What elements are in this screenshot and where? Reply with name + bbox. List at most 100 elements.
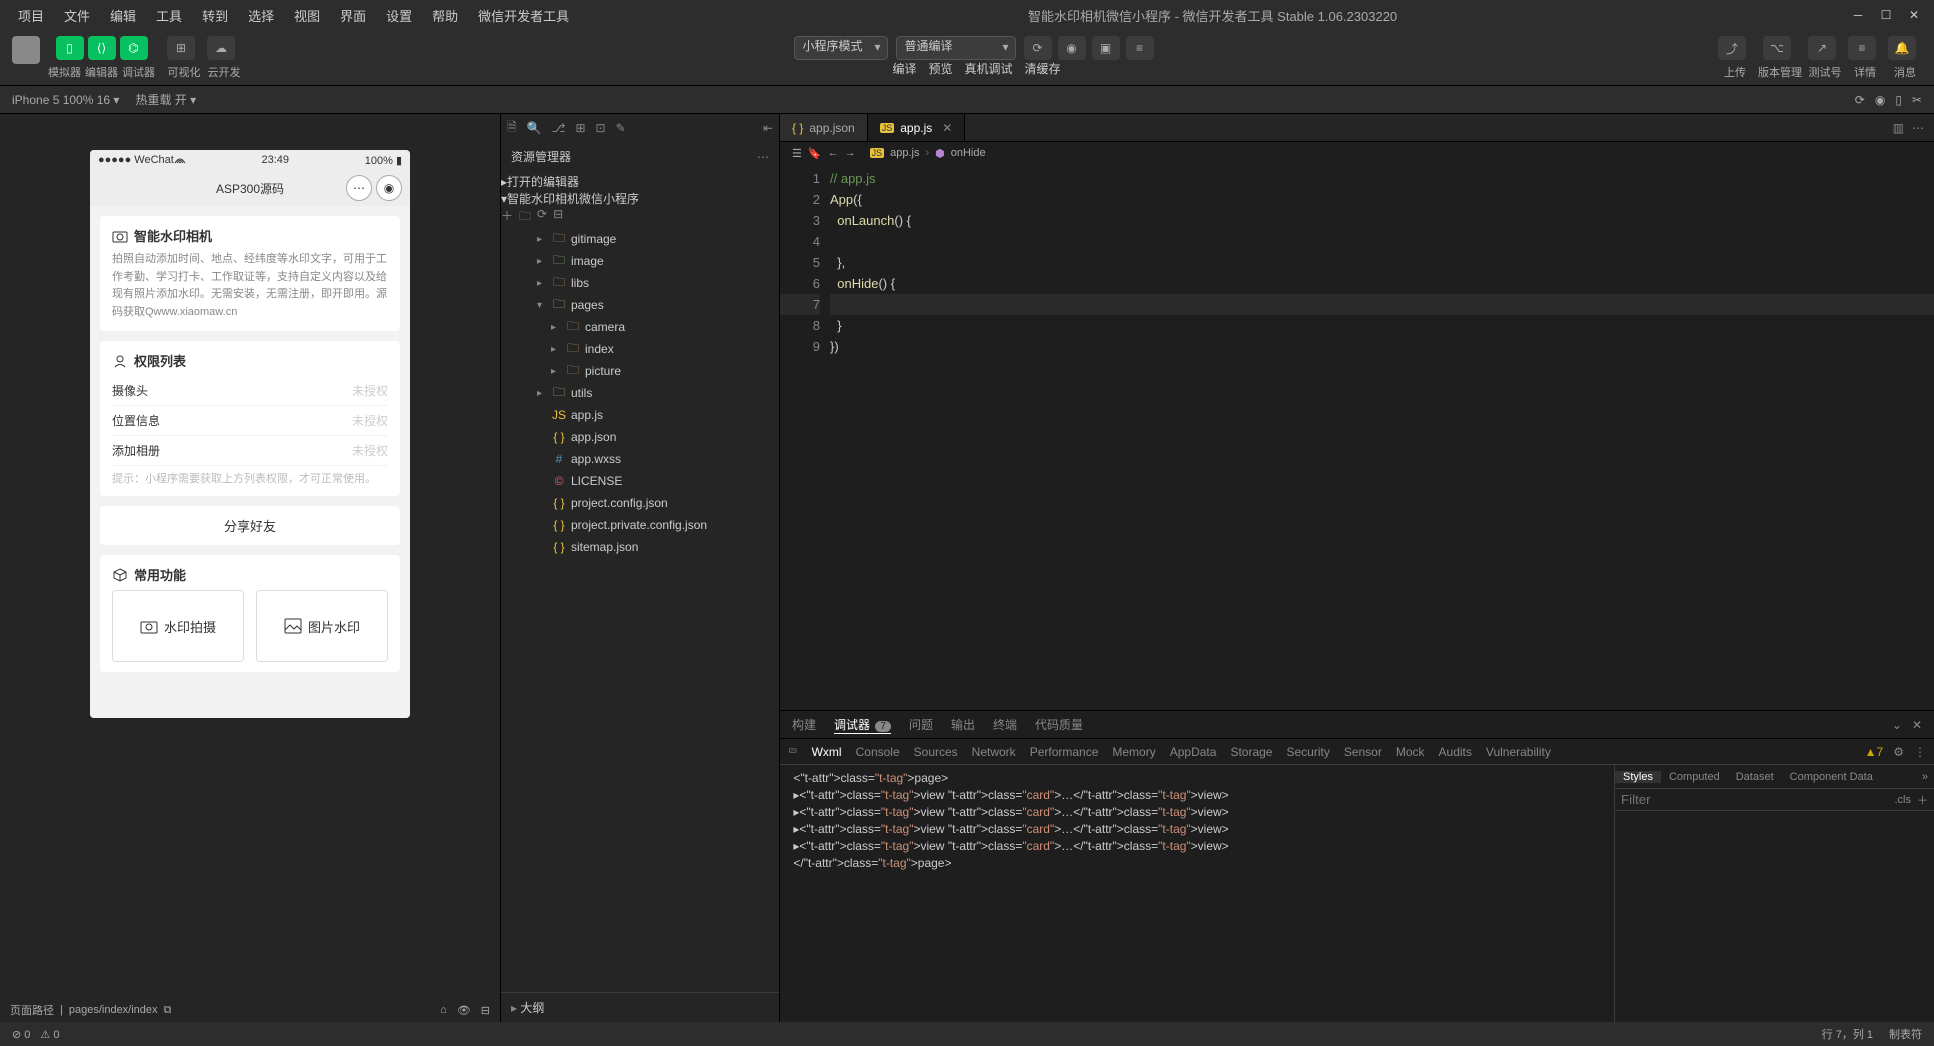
brush-icon[interactable]: ✎ (616, 121, 626, 135)
capsule-menu-icon[interactable]: ⋯ (346, 175, 372, 201)
crumb-bookmark-icon[interactable]: 🔖 (808, 147, 822, 160)
func-image-watermark[interactable]: 图片水印 (256, 590, 388, 662)
devtab-memory[interactable]: Memory (1112, 745, 1155, 759)
panel-close-icon[interactable]: ✕ (1912, 718, 1922, 732)
devtab-storage[interactable]: Storage (1230, 745, 1272, 759)
refresh-button[interactable]: ⟳ (1024, 36, 1052, 60)
sim-cut-icon[interactable]: ✂ (1912, 93, 1922, 107)
menu-settings[interactable]: 设置 (376, 6, 422, 25)
copy-icon[interactable]: ⧉ (164, 1004, 172, 1017)
tab-close-icon[interactable]: ✕ (942, 121, 952, 135)
hotreload-select[interactable]: 热重载 开 ▾ (135, 91, 196, 108)
sim-record-icon[interactable]: ◉ (1875, 93, 1885, 107)
split-editor-icon[interactable]: ▥ (1893, 121, 1904, 135)
styletab-styles[interactable]: Styles (1615, 771, 1661, 783)
visualize-button[interactable]: ⊞ (167, 36, 195, 60)
editor-button[interactable]: ⟨⟩ (88, 36, 116, 60)
more-icon[interactable]: ⋯ (757, 150, 769, 164)
collapse-tree-icon[interactable]: ⊟ (553, 207, 563, 228)
devtab-network[interactable]: Network (972, 745, 1016, 759)
panel-tab-debugger[interactable]: 调试器 7 (834, 716, 891, 734)
tree-index[interactable]: ▸🗀index (509, 338, 779, 360)
tree-camera[interactable]: ▸🗀camera (509, 316, 779, 338)
sim-home-icon[interactable]: ⌂ (440, 1004, 447, 1017)
code-area[interactable]: 123456789 // app.jsApp({ onLaunch() { },… (780, 164, 1934, 710)
capsule-close-icon[interactable]: ◉ (376, 175, 402, 201)
menu-edit[interactable]: 编辑 (100, 6, 146, 25)
files-icon[interactable]: 🗎 (507, 118, 517, 139)
status-cursor[interactable]: 行 7，列 1 (1822, 1026, 1873, 1042)
breadcrumb[interactable]: ☰ 🔖 ← → JS app.js› ⬢onHide (780, 142, 1934, 164)
tree-sitemap.json[interactable]: { }sitemap.json (509, 536, 779, 558)
page-path[interactable]: pages/index/index (69, 1004, 158, 1016)
menu-select[interactable]: 选择 (238, 6, 284, 25)
tree-app.wxss[interactable]: #app.wxss (509, 448, 779, 470)
warning-badge[interactable]: ▲7 (1865, 745, 1884, 759)
crumb-back-icon[interactable]: ← (828, 147, 839, 159)
tree-image[interactable]: ▸🗀image (509, 250, 779, 272)
sim-eye-icon[interactable]: 👁 (457, 1004, 471, 1017)
open-editors[interactable]: ▸打开的编辑器 (501, 173, 779, 190)
tree-project.private.config.json[interactable]: { }project.private.config.json (509, 514, 779, 536)
upload-button[interactable]: ⤴ (1718, 36, 1746, 60)
tree-utils[interactable]: ▸🗀utils (509, 382, 779, 404)
tree-app.js[interactable]: JSapp.js (509, 404, 779, 426)
devtab-vuln[interactable]: Vulnerability (1486, 745, 1551, 759)
realdev-button[interactable]: ▣ (1092, 36, 1120, 60)
panel-tab-build[interactable]: 构建 (792, 716, 816, 733)
debugger-button[interactable]: ⌬ (120, 36, 148, 60)
crumb-list-icon[interactable]: ☰ (792, 147, 802, 160)
devtab-sources[interactable]: Sources (914, 745, 958, 759)
wxml-tree[interactable]: <"t-attr">class="t-tag">page> ▸<"t-attr"… (780, 765, 1614, 1022)
tree-app.json[interactable]: { }app.json (509, 426, 779, 448)
styles-filter-input[interactable] (1621, 792, 1895, 807)
outline-section[interactable]: 大纲 (501, 992, 779, 1022)
clearcache-button[interactable]: ≡ (1126, 36, 1154, 60)
sim-more-icon[interactable]: ⊟ (481, 1004, 490, 1017)
status-errors[interactable]: ⊘ 0 (12, 1028, 30, 1041)
add-style-icon[interactable]: ＋ (1917, 792, 1928, 808)
menu-project[interactable]: 项目 (8, 6, 54, 25)
gear-icon[interactable]: ⚙ (1893, 745, 1904, 759)
testid-button[interactable]: ↗ (1808, 36, 1836, 60)
menu-goto[interactable]: 转到 (192, 6, 238, 25)
devtab-mock[interactable]: Mock (1396, 745, 1425, 759)
menu-help[interactable]: 帮助 (422, 6, 468, 25)
detail-button[interactable]: ≡ (1848, 36, 1876, 60)
ext-icon[interactable]: ⊡ (596, 121, 606, 135)
devtools-more-icon[interactable]: ⋮ (1914, 745, 1926, 759)
device-select[interactable]: iPhone 5 100% 16 ▾ (12, 93, 119, 107)
collapse-icon[interactable]: ⇤ (763, 121, 773, 135)
devtab-sensor[interactable]: Sensor (1344, 745, 1382, 759)
editor-more-icon[interactable]: ⋯ (1912, 121, 1924, 135)
devtab-appdata[interactable]: AppData (1170, 745, 1217, 759)
tree-gitimage[interactable]: ▸🗀gitimage (509, 228, 779, 250)
devtab-console[interactable]: Console (856, 745, 900, 759)
maximize-icon[interactable]: ☐ (1874, 3, 1898, 27)
refresh-tree-icon[interactable]: ⟳ (537, 207, 547, 228)
preview-button[interactable]: ◉ (1058, 36, 1086, 60)
tree-project.config.json[interactable]: { }project.config.json (509, 492, 779, 514)
branch-icon[interactable]: ⎇ (552, 121, 566, 135)
status-warnings[interactable]: ⚠ 0 (40, 1028, 59, 1041)
project-root[interactable]: ▾智能水印相机微信小程序 ＋ 🗀 ⟳ ⊟ (501, 190, 779, 228)
tree-pages[interactable]: ▾🗀pages (509, 294, 779, 316)
new-folder-icon[interactable]: 🗀 (519, 207, 531, 228)
status-indent[interactable]: 制表符 (1889, 1026, 1922, 1042)
devtab-performance[interactable]: Performance (1030, 745, 1099, 759)
perm-row[interactable]: 摄像头未授权 (112, 376, 388, 406)
simulator-button[interactable]: ▯ (56, 36, 84, 60)
new-file-icon[interactable]: ＋ (501, 207, 513, 228)
styletab-computed[interactable]: Computed (1661, 771, 1728, 783)
devtab-audits[interactable]: Audits (1439, 745, 1472, 759)
panel-collapse-icon[interactable]: ⌄ (1892, 718, 1902, 732)
panel-tab-terminal[interactable]: 终端 (993, 716, 1017, 733)
devtab-security[interactable]: Security (1286, 745, 1329, 759)
version-button[interactable]: ⌥ (1763, 36, 1791, 60)
tree-LICENSE[interactable]: ©LICENSE (509, 470, 779, 492)
perm-row[interactable]: 添加相册未授权 (112, 436, 388, 466)
tree-libs[interactable]: ▸🗀libs (509, 272, 779, 294)
panel-tab-output[interactable]: 输出 (951, 716, 975, 733)
inspect-icon[interactable]: ⮹ (788, 744, 798, 759)
message-button[interactable]: 🔔 (1888, 36, 1916, 60)
